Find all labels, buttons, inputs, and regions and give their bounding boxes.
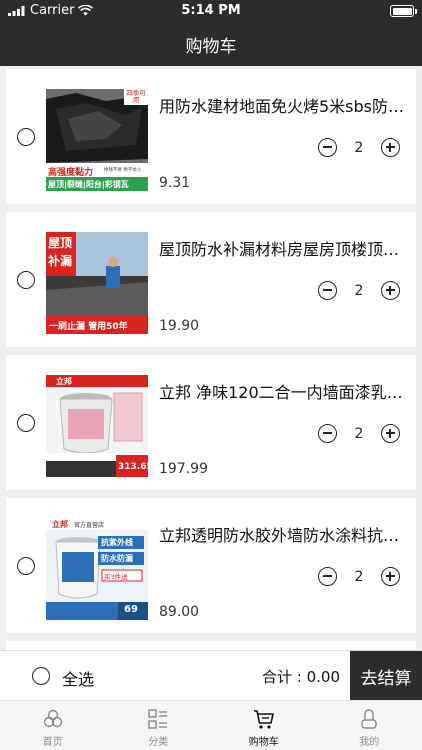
thumb-price: 313.65 [118,462,148,472]
increase-button[interactable] [381,567,400,586]
quantity-value: 2 [354,282,364,299]
cart-icon [253,710,274,729]
thumb-brand: 立邦 [56,377,72,386]
decrease-button[interactable] [318,281,337,300]
thumb-store: 官方直营店 [74,522,105,529]
thumb-caption: 高强度黏力 [48,168,94,178]
decrease-button[interactable] [318,424,337,443]
increase-button[interactable] [381,138,400,157]
cart-item[interactable]: 立邦 313.65 立邦 净味120二合一内墙面漆乳胶漆 2 197.99 [6,355,416,490]
increase-button[interactable] [381,281,400,300]
thumb-price: 69 [124,604,138,615]
item-select-radio[interactable] [17,271,35,289]
quantity-stepper: 2 [318,424,400,443]
quantity-stepper: 2 [318,281,400,300]
total-amount: 合计 : 0.00 [262,668,340,686]
item-title[interactable]: 用防水建材地面免火烤5米sbs防水卷材 [159,93,407,117]
item-title[interactable]: 立邦 净味120二合一内墙面漆乳胶漆 [159,379,407,403]
tab-profile[interactable]: 我的 [317,701,422,750]
thumb-badge: 四季可用 [126,89,146,104]
profile-icon [361,709,377,729]
thumb-feature-1: 抗紫外线 [101,538,133,547]
roof-repair-image[interactable]: 屋顶补漏 一刷止漏 管用50年 [46,232,148,334]
nav-bar: 购物车 [0,22,422,66]
waterproof-glue-image[interactable]: 立邦 官方直营店 抗紫外线 防水防漏 买3件送 69 [46,518,148,620]
cart-item-partial[interactable] [6,641,416,650]
cart-item[interactable]: 屋顶补漏 一刷止漏 管用50年 屋顶防水补漏材料房屋房顶楼顶防水涂料 2 19.… [6,212,416,347]
thumb-feature-2: 防水防漏 [101,554,133,563]
select-all-radio[interactable] [32,667,50,685]
tab-cart-label: 购物车 [248,737,279,748]
item-select-radio[interactable] [17,557,35,575]
item-price: 197.99 [159,461,208,477]
waterproof-membrane-image[interactable]: 四季可用 高强度黏力 挣钱不易 绝不坑人 屋顶|裂缝|阳台|彩钢瓦 [46,89,148,191]
battery-tip [415,9,417,14]
thumb-brand: 立邦 [52,520,68,529]
quantity-stepper: 2 [318,567,400,586]
thumb-caption-small: 挣钱不易 绝不坑人 [104,168,142,173]
page-title: 购物车 [185,36,237,57]
tab-cart[interactable]: 购物车 [211,701,317,750]
item-select-radio[interactable] [17,414,35,432]
tab-home-label: 首页 [42,737,63,748]
item-select-radio[interactable] [17,128,35,146]
item-price: 9.31 [159,175,191,191]
decrease-button[interactable] [318,138,337,157]
thumb-caption-2: 屋顶|裂缝|阳台|彩钢瓦 [48,180,129,189]
quantity-value: 2 [354,139,364,156]
cart-list[interactable]: 四季可用 高强度黏力 挣钱不易 绝不坑人 屋顶|裂缝|阳台|彩钢瓦 用防水建材地… [0,66,422,650]
decrease-button[interactable] [318,567,337,586]
checkout-button[interactable]: 去结算 [350,651,422,701]
item-title[interactable]: 屋顶防水补漏材料房屋房顶楼顶防水涂料 [159,236,407,260]
quantity-stepper: 2 [318,138,400,157]
item-price: 89.00 [159,604,200,620]
checkout-bar: 全选 合计 : 0.00 去结算 [0,650,422,701]
tab-profile-label: 我的 [359,737,380,748]
item-price: 19.90 [159,318,200,334]
select-all-label[interactable]: 全选 [62,666,94,690]
quantity-value: 2 [354,425,364,442]
quantity-value: 2 [354,568,364,585]
status-time: 5:14 PM [181,3,241,18]
status-bar: Carrier 5:14 PM [0,0,422,22]
cart-item[interactable]: 立邦 官方直营店 抗紫外线 防水防漏 买3件送 69 立邦透明防水胶外墙防水涂料… [6,498,416,633]
category-icon [148,709,168,729]
tab-category-label: 分类 [148,737,169,748]
home-icon [43,709,62,728]
thumb-caption: 一刷止漏 管用50年 [49,322,128,332]
tab-home[interactable]: 首页 [0,701,106,750]
battery-icon [390,5,414,17]
thumb-promo: 买3件送 [104,573,128,581]
cart-item[interactable]: 四季可用 高强度黏力 挣钱不易 绝不坑人 屋顶|裂缝|阳台|彩钢瓦 用防水建材地… [6,69,416,204]
paint-bucket-image[interactable]: 立邦 313.65 [46,375,148,477]
item-title[interactable]: 立邦透明防水胶外墙防水涂料抗紫外线 [159,522,407,546]
tab-bar: 首页 分类 购物车 我的 [0,700,422,750]
tab-category[interactable]: 分类 [106,701,212,750]
increase-button[interactable] [381,424,400,443]
thumb-title: 屋顶补漏 [48,236,73,268]
